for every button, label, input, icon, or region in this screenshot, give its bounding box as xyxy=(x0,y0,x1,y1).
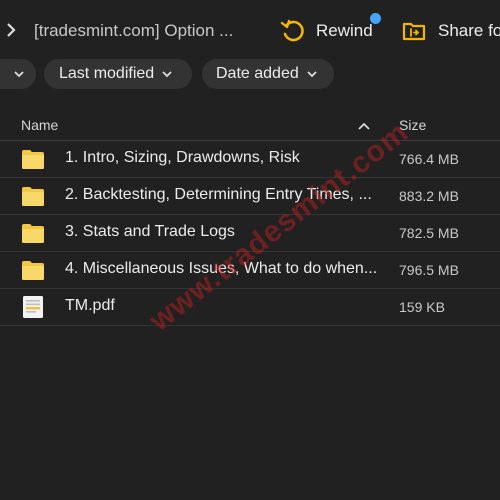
file-row[interactable]: 3. Stats and Trade Logs 782.5 MB xyxy=(0,215,500,252)
file-row[interactable]: 1. Intro, Sizing, Drawdowns, Risk 766.4 … xyxy=(0,141,500,178)
chevron-right-icon[interactable] xyxy=(6,22,16,38)
folder-icon xyxy=(22,150,44,169)
file-name: TM.pdf xyxy=(65,297,115,314)
file-row[interactable]: 4. Miscellaneous Issues, What to do when… xyxy=(0,252,500,289)
file-list-header: Name Size xyxy=(0,110,500,141)
filter-chip-label: Date added xyxy=(216,65,299,82)
chevron-down-icon xyxy=(14,71,24,77)
filter-chip-label: Last modified xyxy=(59,65,155,82)
column-header-name[interactable]: Name xyxy=(21,117,58,133)
top-bar: [tradesmint.com] Option ... Rewind Share… xyxy=(0,0,500,58)
pdf-file-icon xyxy=(23,296,43,318)
file-size: 796.5 MB xyxy=(399,262,459,278)
breadcrumb-title[interactable]: [tradesmint.com] Option ... xyxy=(34,21,233,41)
chevron-down-icon xyxy=(162,71,172,77)
share-folder-label: Share fo xyxy=(438,21,500,40)
rewind-label: Rewind xyxy=(316,21,373,40)
rewind-icon xyxy=(280,19,304,42)
file-row[interactable]: TM.pdf 159 KB xyxy=(0,289,500,326)
filter-chip-date-added[interactable]: Date added xyxy=(202,59,334,89)
file-name: 1. Intro, Sizing, Drawdowns, Risk xyxy=(65,149,300,166)
file-size: 883.2 MB xyxy=(399,188,459,204)
share-folder-button[interactable]: Share fo xyxy=(402,18,500,44)
notification-dot xyxy=(370,13,381,24)
share-folder-icon xyxy=(402,22,426,41)
file-row[interactable]: 2. Backtesting, Determining Entry Times,… xyxy=(0,178,500,215)
column-header-size[interactable]: Size xyxy=(399,117,426,133)
folder-icon xyxy=(22,261,44,280)
filter-chip-type[interactable] xyxy=(0,59,36,89)
file-size: 159 KB xyxy=(399,299,445,315)
file-name: 2. Backtesting, Determining Entry Times,… xyxy=(65,186,372,203)
chevron-down-icon xyxy=(307,71,317,77)
sort-ascending-icon[interactable] xyxy=(358,122,370,130)
file-name: 4. Miscellaneous Issues, What to do when… xyxy=(65,260,378,277)
folder-icon xyxy=(22,224,44,243)
filter-chip-last-modified[interactable]: Last modified xyxy=(44,59,192,89)
folder-icon xyxy=(22,187,44,206)
file-size: 766.4 MB xyxy=(399,151,459,167)
file-name: 3. Stats and Trade Logs xyxy=(65,223,235,240)
file-size: 782.5 MB xyxy=(399,225,459,241)
rewind-button[interactable]: Rewind xyxy=(280,13,381,44)
